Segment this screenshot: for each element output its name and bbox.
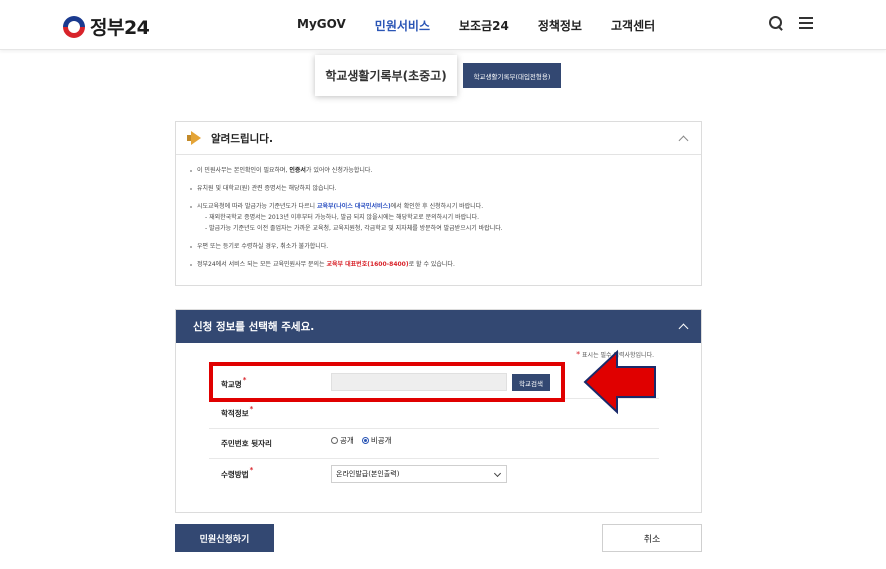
notice-body: 이 민원사무는 본인확인이 필요하며, 인증서가 있어야 신청가능합니다. 유치… — [176, 155, 701, 270]
top-header: 정부24 MyGOV 민원서비스 보조금24 정책정보 고객센터 — [0, 0, 886, 50]
tab-school-record-k12[interactable]: 학교생활기록부(초중고) — [315, 55, 457, 96]
ssn-public-radio[interactable]: 공개 — [331, 435, 354, 446]
receive-method-select[interactable]: 온라인발급(본인출력) — [331, 465, 507, 483]
ssn-row: 주민번호 뒷자리 — [209, 429, 659, 459]
form-title: 신청 정보를 선택해 주세요. — [193, 321, 315, 333]
record-info-label: 학적정보* — [221, 405, 254, 418]
form-panel-header[interactable]: 신청 정보를 선택해 주세요. — [176, 310, 701, 343]
nav-customer-center[interactable]: 고객센터 — [611, 17, 655, 34]
hamburger-menu-icon[interactable] — [798, 15, 814, 31]
notice-line: 유치원 및 대학교(원) 관련 증명서는 해당하지 않습니다. — [189, 183, 701, 194]
chevron-down-icon — [493, 469, 502, 478]
nav-civil-service[interactable]: 민원서비스 — [375, 17, 430, 34]
logo-text: 정부24 — [90, 17, 150, 39]
red-arrow-icon — [583, 349, 656, 415]
tab-school-record-admission[interactable]: 학교생활기록부(대입전형용) — [463, 63, 561, 88]
notice-line: 정부24에서 서비스 되는 모든 교육민원사무 문의는 교육부 대표번호(160… — [189, 259, 701, 270]
ssn-private-radio[interactable]: 비공개 — [361, 435, 392, 446]
chevron-up-icon[interactable] — [678, 135, 689, 146]
ssn-label: 주민번호 뒷자리 — [221, 439, 272, 448]
notice-line: - 재외한국학교 증명서는 2013년 이후부터 가능하나, 발급 되지 않을시… — [205, 214, 480, 221]
radio-unchecked-icon — [331, 437, 338, 444]
notice-title: 알려드립니다. — [211, 132, 273, 145]
radio-checked-icon — [361, 437, 369, 444]
search-icon[interactable] — [768, 15, 784, 31]
header-icons — [768, 15, 814, 31]
moe-phone-number: 교육부 대표번호(1600-8400) — [326, 261, 409, 268]
nav-mygov[interactable]: MyGOV — [297, 17, 346, 34]
school-name-highlight-box — [209, 362, 565, 402]
gov24-logo[interactable]: 정부24 — [63, 13, 150, 40]
notice-header[interactable]: 알려드립니다. — [176, 122, 701, 155]
cancel-button[interactable]: 취소 — [602, 524, 702, 552]
taegeuk-logo-icon — [63, 15, 85, 38]
nav-subsidy24[interactable]: 보조금24 — [459, 17, 509, 34]
main-nav: MyGOV 민원서비스 보조금24 정책정보 고객센터 — [297, 17, 684, 34]
apply-button[interactable]: 민원신청하기 — [175, 524, 274, 552]
chevron-up-icon[interactable] — [678, 323, 689, 334]
receive-method-label: 수령방법* — [221, 466, 254, 479]
ssn-radio-group: 공개 비공개 — [331, 435, 392, 446]
notice-line: 시도교육청에 따라 발급가능 기준년도가 다르니 교육부(나이스 대국민서비스)… — [189, 201, 701, 212]
notice-line: 우편 또는 등기로 수령하실 경우, 취소가 불가합니다. — [189, 241, 701, 252]
nav-policy-info[interactable]: 정책정보 — [538, 17, 582, 34]
neis-link[interactable]: 교육부(나이스 대국민서비스) — [317, 203, 391, 210]
notice-line: 이 민원사무는 본인확인이 필요하며, 인증서가 있어야 신청가능합니다. — [189, 165, 701, 176]
megaphone-icon — [187, 131, 204, 145]
notice-box: 알려드립니다. 이 민원사무는 본인확인이 필요하며, 인증서가 있어야 신청가… — [175, 121, 702, 286]
notice-line: - 발급가능 기준년도 이전 졸업자는 가까운 교육청, 교육지원청, 각급학교… — [205, 225, 503, 232]
